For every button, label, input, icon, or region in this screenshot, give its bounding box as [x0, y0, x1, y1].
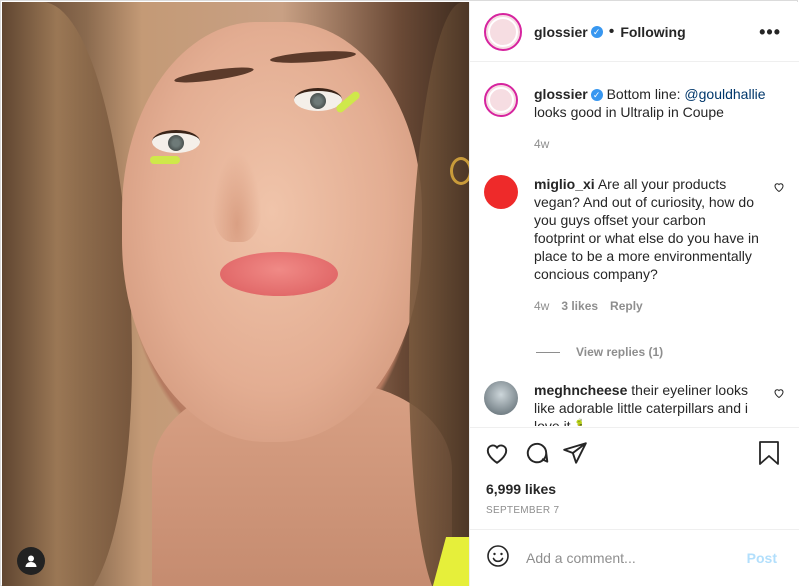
post-comment-button[interactable]: Post: [741, 549, 783, 567]
comment-like-heart-icon[interactable]: [773, 387, 785, 402]
comment-username[interactable]: meghncheese: [534, 382, 627, 398]
action-bar: [470, 427, 799, 480]
caption-avatar[interactable]: [484, 83, 518, 117]
view-replies-button[interactable]: View replies (1): [536, 345, 663, 359]
comment-likes[interactable]: 3 likes: [561, 299, 598, 313]
post-modal: glossier ✓ • Following ••• glossier ✓ Bot…: [0, 0, 799, 586]
photo-earring: [450, 157, 469, 185]
tagged-user-icon[interactable]: [17, 547, 45, 575]
following-button[interactable]: Following: [620, 24, 685, 40]
photo-hair-left: [2, 2, 132, 586]
post-date[interactable]: SEPTEMBER 7: [486, 505, 559, 516]
author-username[interactable]: glossier: [534, 24, 588, 40]
author-avatar[interactable]: [484, 12, 522, 51]
photo-nose: [212, 152, 262, 242]
comment-age[interactable]: 4w: [534, 299, 549, 313]
comment-input[interactable]: [524, 549, 741, 567]
save-bookmark-icon[interactable]: [757, 440, 783, 466]
comment-composer: Post: [470, 529, 799, 586]
separator-dot: •: [608, 22, 615, 40]
photo-hair-right: [409, 2, 469, 586]
comment-like-heart-icon[interactable]: [773, 181, 785, 196]
caption-mention[interactable]: @gouldhallie: [684, 86, 765, 102]
post-sidebar: glossier ✓ • Following ••• glossier ✓ Bot…: [469, 2, 799, 586]
post-header: glossier ✓ • Following •••: [470, 2, 799, 62]
verified-badge-icon: ✓: [590, 89, 603, 102]
post-photo[interactable]: [2, 2, 469, 586]
caption-text: Bottom line:: [606, 86, 685, 102]
comments-list[interactable]: glossier ✓ Bottom line: @gouldhallie look…: [470, 63, 799, 426]
photo-lips: [220, 252, 338, 296]
ellipsis-icon[interactable]: •••: [759, 22, 781, 43]
likes-count[interactable]: 6,999 likes: [486, 481, 556, 497]
caption-username[interactable]: glossier: [534, 86, 588, 102]
comment-bubble-icon[interactable]: [524, 440, 550, 466]
photo-face: [122, 22, 422, 442]
reply-button[interactable]: Reply: [610, 299, 643, 313]
emoji-icon[interactable]: [486, 544, 510, 573]
photo-eye-left: [152, 130, 200, 153]
verified-badge-icon: ✓: [590, 25, 603, 38]
like-heart-icon[interactable]: [484, 440, 510, 466]
commenter-avatar[interactable]: [484, 381, 518, 415]
share-paper-plane-icon[interactable]: [562, 440, 588, 466]
commenter-avatar[interactable]: [484, 175, 518, 209]
caption-text-rest: looks good in Ultralip in Coupe: [534, 104, 724, 120]
photo-eye-right: [294, 88, 342, 111]
photo-eyeliner-left: [150, 156, 180, 164]
comment-username[interactable]: miglio_xi: [534, 176, 595, 192]
caption-age[interactable]: 4w: [534, 135, 785, 153]
